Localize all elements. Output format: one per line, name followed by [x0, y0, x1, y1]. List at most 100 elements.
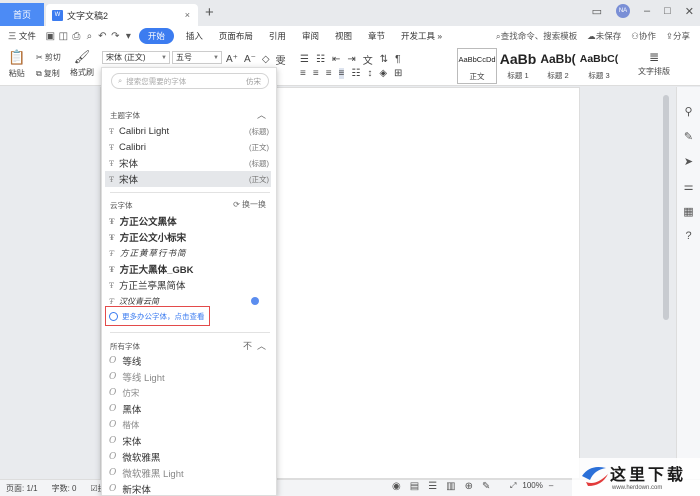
- tab-view[interactable]: 视图: [327, 30, 360, 42]
- adjust-icon[interactable]: ⚌: [684, 180, 694, 193]
- grow-font-icon[interactable]: A⁺: [226, 54, 238, 65]
- format-painter-button[interactable]: 🖌 格式刷: [70, 49, 94, 78]
- font-item[interactable]: Ŧ Calibri (正文): [105, 139, 271, 155]
- page-count[interactable]: 页面: 1/1: [6, 483, 38, 494]
- show-marks-icon[interactable]: ¶: [395, 54, 400, 65]
- layout-icon[interactable]: ▭: [592, 5, 602, 18]
- tab-start[interactable]: 开始: [138, 28, 174, 44]
- eye-icon[interactable]: ◉: [392, 481, 401, 492]
- font-search-input[interactable]: ⌕ 搜索您需要的字体 仿宋: [111, 73, 269, 89]
- web-view-icon[interactable]: ⊕: [465, 481, 473, 492]
- fit-icon[interactable]: ⤢: [510, 481, 516, 491]
- document-tab[interactable]: W 文字文稿2 ×: [46, 4, 198, 26]
- pen-icon[interactable]: ✎: [684, 130, 693, 143]
- pin-icon[interactable]: ⚲: [684, 105, 692, 118]
- distributed-icon[interactable]: ☷: [351, 68, 360, 79]
- cloud-font-item[interactable]: Ŧ 方正兰亭黑简体: [105, 277, 271, 293]
- cut-button[interactable]: ✂ 剪切: [36, 52, 61, 63]
- chevron-up-icon[interactable]: ︿: [257, 108, 266, 121]
- indent-icon[interactable]: ⇥: [347, 54, 355, 65]
- align-center-icon[interactable]: ≡: [313, 68, 319, 79]
- paste-button[interactable]: 📋 粘贴: [8, 49, 25, 79]
- zoom-out-icon[interactable]: –: [549, 481, 553, 491]
- font-size-select[interactable]: 五号 ▼: [172, 51, 222, 64]
- system-font-item[interactable]: O 等线 Light: [105, 369, 271, 385]
- cloud-font-item[interactable]: Ŧ 方正大黑体_GBK: [105, 261, 271, 277]
- bullet-list-icon[interactable]: ☰: [300, 54, 309, 65]
- font-name-select[interactable]: 宋体 (正文) ▼: [102, 51, 170, 64]
- redo-icon[interactable]: ↷: [109, 30, 122, 43]
- tab-page-layout[interactable]: 页面布局: [211, 30, 261, 42]
- style-normal[interactable]: AaBbCcDd 正文: [457, 48, 497, 84]
- refresh-button[interactable]: ⟳ 换一换: [233, 199, 266, 210]
- unsaved-status[interactable]: ☁未保存: [587, 30, 621, 42]
- chevron-up-icon[interactable]: ︿: [257, 341, 266, 351]
- outdent-icon[interactable]: ⇤: [332, 54, 340, 65]
- system-font-item[interactable]: O 黑体: [105, 401, 271, 417]
- style-heading-1[interactable]: AaBb 标题 1: [498, 48, 538, 84]
- system-font-item[interactable]: O 仿宋: [105, 385, 271, 401]
- outline-view-icon[interactable]: ☰: [428, 481, 437, 492]
- clear-format-icon[interactable]: ◇: [262, 54, 270, 65]
- tab-insert[interactable]: 插入: [178, 30, 211, 42]
- font-search-sample[interactable]: 仿宋: [246, 76, 261, 87]
- copy-button[interactable]: ⧉ 复制: [36, 68, 60, 79]
- preview-icon[interactable]: ⌕: [83, 30, 96, 43]
- system-font-item[interactable]: O 微软雅黑 Light: [105, 465, 271, 481]
- tab-references[interactable]: 引用: [261, 30, 294, 42]
- shading-icon[interactable]: ◈: [379, 68, 387, 79]
- text-layout-button[interactable]: ≣ 文字排版: [638, 50, 670, 77]
- home-tab[interactable]: 首页: [0, 3, 44, 26]
- cursor-icon[interactable]: ➤: [684, 155, 693, 168]
- font-item-selected[interactable]: Ŧ 宋体 (正文): [105, 171, 271, 187]
- tab-review[interactable]: 审阅: [294, 30, 327, 42]
- file-menu[interactable]: 三 文件: [0, 30, 44, 42]
- image-icon[interactable]: ▦: [683, 205, 693, 218]
- close-window-icon[interactable]: ✕: [685, 5, 694, 18]
- system-font-item[interactable]: O 微软雅黑: [105, 449, 271, 465]
- number-list-icon[interactable]: ☷: [316, 54, 325, 65]
- align-left-icon[interactable]: ≡: [300, 68, 306, 79]
- chinese-layout-icon[interactable]: 文: [363, 52, 373, 67]
- cloud-font-item[interactable]: Ŧ 方正公文黑体: [105, 213, 271, 229]
- dropdown-icon[interactable]: ▾: [122, 30, 135, 43]
- font-item[interactable]: Ŧ 宋体 (标题): [105, 155, 271, 171]
- system-font-item[interactable]: O 新宋体: [105, 481, 271, 495]
- system-font-item[interactable]: O 等线: [105, 353, 271, 369]
- sort-icon[interactable]: ⇅: [380, 54, 388, 65]
- print-icon[interactable]: ⎙: [70, 30, 83, 43]
- cloud-font-item[interactable]: Ŧ 方正公文小标宋: [105, 229, 271, 245]
- vertical-scrollbar[interactable]: [663, 95, 669, 320]
- cloud-font-item[interactable]: Ŧ 方正黄草行书简: [105, 245, 271, 261]
- new-tab-button[interactable]: +: [205, 4, 214, 21]
- read-view-icon[interactable]: ▥: [446, 481, 455, 492]
- avatar[interactable]: NA: [616, 4, 630, 18]
- help-icon[interactable]: ?: [685, 230, 691, 242]
- tab-developer[interactable]: 开发工具 »: [393, 30, 450, 42]
- system-font-item[interactable]: O 楷体: [105, 417, 271, 433]
- system-font-item[interactable]: O 宋体: [105, 433, 271, 449]
- close-tab-icon[interactable]: ×: [185, 10, 190, 20]
- shrink-font-icon[interactable]: A⁻: [244, 54, 256, 65]
- write-view-icon[interactable]: ✎: [482, 481, 490, 492]
- maximize-icon[interactable]: □: [664, 5, 671, 17]
- word-count[interactable]: 字数: 0: [52, 483, 77, 494]
- collab-button[interactable]: ⚇协作: [631, 30, 656, 42]
- undo-icon[interactable]: ↶: [96, 30, 109, 43]
- align-right-icon[interactable]: ≡: [326, 68, 332, 79]
- more-fonts-link[interactable]: 更多办公字体，点击查看: [105, 306, 210, 326]
- share-button[interactable]: ⇪分享: [666, 30, 690, 42]
- hide-icon[interactable]: 不: [243, 341, 252, 351]
- line-spacing-icon[interactable]: ↕: [367, 68, 372, 79]
- font-item[interactable]: Ŧ Calibri Light (标题): [105, 123, 271, 139]
- style-heading-2[interactable]: AaBb( 标题 2: [538, 48, 578, 84]
- zoom-level[interactable]: 100%: [522, 481, 542, 491]
- justify-icon[interactable]: ≡: [338, 68, 345, 79]
- border-icon[interactable]: ⊞: [394, 68, 402, 79]
- phonetic-icon[interactable]: 雯: [276, 52, 286, 67]
- page-view-icon[interactable]: ▤: [410, 481, 419, 492]
- export-pdf-icon[interactable]: ◫: [57, 30, 70, 43]
- tab-section[interactable]: 章节: [360, 30, 393, 42]
- minimize-icon[interactable]: –: [644, 5, 650, 17]
- save-icon[interactable]: ▣: [44, 30, 57, 43]
